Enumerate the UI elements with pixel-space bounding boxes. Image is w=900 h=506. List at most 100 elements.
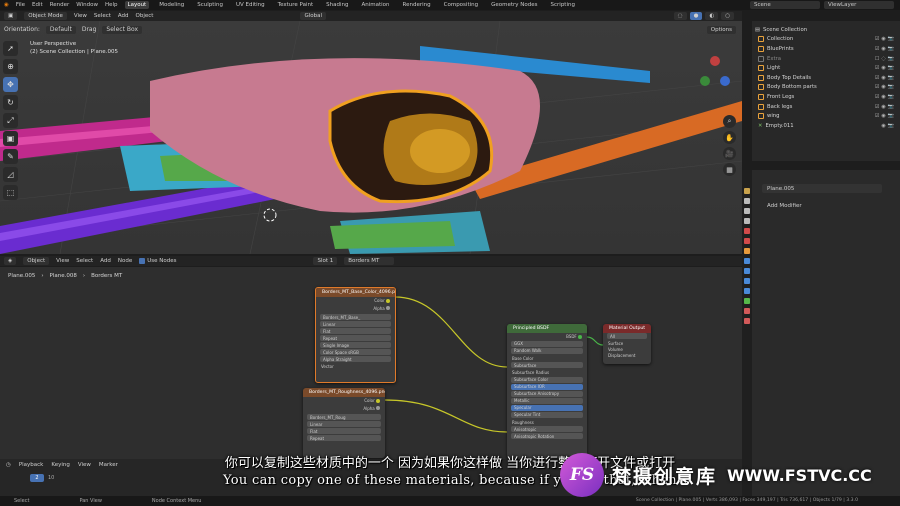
menu-help[interactable]: Help [105, 2, 118, 8]
source-field[interactable]: Single Image [320, 342, 391, 348]
pan-hand-icon[interactable]: ✋ [723, 131, 736, 144]
node-output-alpha[interactable]: Alpha [303, 405, 385, 413]
menu-view[interactable]: View [56, 258, 69, 264]
object-tab-icon[interactable] [744, 248, 750, 254]
add-cube-tool-icon[interactable]: ⬚ [3, 185, 18, 200]
interp-field[interactable]: Linear [307, 421, 381, 427]
menu-render[interactable]: Render [50, 2, 70, 8]
viewlayer-selector[interactable]: ViewLayer [824, 1, 894, 9]
visibility-toggles[interactable]: ☑◉📷 [875, 46, 896, 52]
material-selector[interactable]: Borders MT [344, 257, 395, 265]
render-tab-icon[interactable] [744, 198, 750, 204]
tool-tab-icon[interactable] [744, 188, 750, 194]
node-output-bsdf[interactable]: BSDF [507, 333, 587, 341]
blender-logo-icon[interactable]: ◉ [4, 2, 9, 8]
node-output-color[interactable]: Color [303, 397, 385, 405]
mode-selector[interactable]: Object Mode [24, 12, 67, 20]
distribution-field[interactable]: GGX [511, 340, 583, 347]
data-tab-icon[interactable] [744, 298, 750, 304]
tab-uv-editing[interactable]: UV Editing [233, 1, 268, 9]
input-subsurface-radius[interactable]: Subsurface Radius [507, 369, 587, 377]
annotate-tool-icon[interactable]: ✎ [3, 149, 18, 164]
shading-material-icon[interactable]: ◐ [705, 12, 719, 20]
navigation-gizmo[interactable] [700, 56, 730, 86]
measure-tool-icon[interactable]: ◿ [3, 167, 18, 182]
input-anisotropic[interactable]: Anisotropic [511, 426, 583, 432]
camera-view-icon[interactable]: 🎥 [723, 147, 736, 160]
node-editor[interactable]: Plane.005 › Plane.008 › Borders MT Borders… [0, 267, 742, 459]
node-output-alpha[interactable]: Alpha [316, 305, 395, 313]
texture-tab-icon[interactable] [744, 318, 750, 324]
slot-selector[interactable]: Slot 1 [313, 257, 338, 265]
colorspace-field[interactable]: Color Space sRGB [320, 349, 391, 355]
menu-select[interactable]: Select [94, 13, 111, 19]
add-modifier-button[interactable]: Add Modifier [762, 201, 882, 210]
outliner-item-light[interactable]: Light ☑◉📷 [752, 63, 900, 73]
outliner-item-body-bottom[interactable]: Body Bottom parts ☑◉📷 [752, 83, 900, 93]
image-texture-node-roughness[interactable]: Borders_MT_Roughness_4096.png Color Alph… [303, 388, 385, 458]
alpha-field[interactable]: Alpha Straight [320, 356, 391, 362]
shading-rendered-icon[interactable]: ○ [721, 12, 734, 20]
socket-icon[interactable] [376, 406, 380, 411]
visibility-toggles[interactable]: ☐◌📷 [875, 56, 896, 62]
shader-type-selector[interactable]: Object [23, 257, 50, 265]
node-input-vector[interactable]: Vector [316, 363, 395, 371]
3d-cursor-icon[interactable] [263, 208, 277, 222]
move-tool-icon[interactable]: ✥ [3, 77, 18, 92]
tab-shading[interactable]: Shading [323, 1, 351, 9]
3d-viewport[interactable]: Orientation: Default Drag Select Box Opt… [0, 21, 742, 254]
zoom-icon[interactable]: ⌕ [723, 115, 736, 128]
input-metallic[interactable]: Metallic [511, 397, 583, 404]
editor-type-button[interactable]: ▣ [4, 12, 18, 20]
constraints-tab-icon[interactable] [744, 288, 750, 294]
input-specular-tint[interactable]: Specular Tint [511, 411, 583, 418]
tab-animation[interactable]: Animation [358, 1, 392, 9]
node-output-color[interactable]: Color [316, 297, 395, 305]
visibility-toggles[interactable]: ☑◉📷 [875, 75, 896, 81]
visibility-toggles[interactable]: ☑◉📷 [875, 84, 896, 90]
outliner-item-back-legs[interactable]: Back legs ☑◉📷 [752, 102, 900, 112]
transform-orientation[interactable]: Global [300, 12, 327, 20]
image-selector[interactable]: Borders_MT_Roug [307, 414, 381, 420]
projection-field[interactable]: Flat [307, 428, 381, 434]
input-anisotropic-rotation[interactable]: Anisotropic Rotation [511, 433, 583, 439]
shading-wire-icon[interactable]: ◌ [673, 12, 687, 20]
editor-type-button[interactable]: ◈ [4, 257, 17, 265]
input-subsurface-color[interactable]: Subsurface Color [511, 376, 583, 383]
target-field[interactable]: All [607, 333, 647, 339]
scene-tab-icon[interactable] [744, 228, 750, 234]
menu-select[interactable]: Select [76, 258, 93, 264]
outliner-item-empty[interactable]: ✕ Empty.011 ◉📷 [752, 121, 900, 131]
socket-icon[interactable] [386, 306, 390, 311]
scale-tool-icon[interactable]: ⤢ [3, 113, 18, 128]
particles-tab-icon[interactable] [744, 268, 750, 274]
menu-view[interactable]: View [74, 13, 87, 19]
input-displacement[interactable]: Displacement [603, 352, 651, 358]
menu-file[interactable]: File [16, 2, 25, 8]
outliner-item-front-legs[interactable]: Front Legs ☑◉📷 [752, 92, 900, 102]
rotate-tool-icon[interactable]: ↻ [3, 95, 18, 110]
transform-tool-icon[interactable]: ▣ [3, 131, 18, 146]
outliner-item-collection[interactable]: Collection ☑◉📷 [752, 35, 900, 45]
visibility-toggles[interactable]: ◉📷 [881, 123, 896, 129]
output-tab-icon[interactable] [744, 208, 750, 214]
menu-node[interactable]: Node [118, 258, 132, 264]
outliner-item-body-top[interactable]: Body Top Details ☑◉📷 [752, 73, 900, 83]
tab-sculpting[interactable]: Sculpting [194, 1, 226, 9]
input-subsurface-anisotropy[interactable]: Subsurface Anisotropy [511, 390, 583, 397]
outliner-item-blueprints[interactable]: BluePrints ☑◉📷 [752, 44, 900, 54]
extension-field[interactable]: Repeat [307, 435, 381, 441]
use-nodes-checkbox[interactable]: Use Nodes [139, 258, 176, 264]
menu-add[interactable]: Add [118, 13, 129, 19]
physics-tab-icon[interactable] [744, 278, 750, 284]
image-selector[interactable]: Borders_MT_Base_ [320, 314, 391, 320]
input-base-color[interactable]: Base Color [507, 355, 587, 363]
socket-icon[interactable] [578, 334, 582, 339]
projection-field[interactable]: Flat [320, 328, 391, 334]
visibility-toggles[interactable]: ☑◉📷 [875, 94, 896, 100]
tab-rendering[interactable]: Rendering [400, 1, 434, 9]
menu-object[interactable]: Object [136, 13, 154, 19]
tweak-tool-icon[interactable]: ➚ [3, 41, 18, 56]
cursor-tool-icon[interactable]: ⊕ [3, 59, 18, 74]
outliner-item-wing[interactable]: wing ☑◉📷 [752, 111, 900, 121]
